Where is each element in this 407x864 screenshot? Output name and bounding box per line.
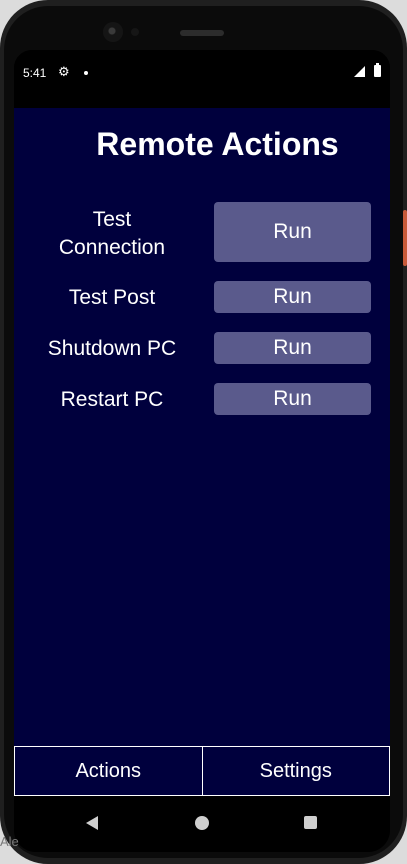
- home-icon[interactable]: [195, 816, 209, 830]
- gear-icon: ⚙: [58, 64, 70, 79]
- tab-actions[interactable]: Actions: [14, 746, 203, 796]
- page-title: Remote Actions: [96, 126, 339, 162]
- status-time: 5:41: [23, 66, 47, 80]
- screen: 5:41 ⚙ Remote Actions Test Connection Ru…: [14, 50, 390, 852]
- app-content: Remote Actions Test Connection Run Test …: [14, 108, 390, 796]
- tab-settings[interactable]: Settings: [202, 746, 390, 796]
- power-button[interactable]: [403, 210, 407, 266]
- back-icon[interactable]: [86, 816, 98, 830]
- earpiece-speaker: [180, 30, 224, 36]
- action-label: Test Post: [68, 286, 156, 309]
- action-label: Restart PC: [60, 388, 164, 411]
- signal-icon: [354, 66, 365, 77]
- action-label: Shutdown PC: [47, 337, 177, 360]
- run-restart-pc-button[interactable]: Run: [214, 383, 371, 415]
- action-label: Test Connection: [58, 208, 166, 259]
- system-nav-bar: [14, 796, 390, 852]
- battery-icon: [374, 63, 381, 77]
- run-test-connection-button[interactable]: Run: [214, 202, 371, 262]
- background-text: Ale: [0, 834, 19, 849]
- device-frame: 5:41 ⚙ Remote Actions Test Connection Ru…: [0, 0, 407, 864]
- recents-icon[interactable]: [304, 816, 317, 829]
- bottom-tab-bar: Actions Settings: [14, 746, 390, 796]
- status-bar: 5:41 ⚙: [14, 50, 390, 108]
- notification-dot-icon: [84, 71, 88, 75]
- run-test-post-button[interactable]: Run: [214, 281, 371, 313]
- run-shutdown-pc-button[interactable]: Run: [214, 332, 371, 364]
- front-camera-icon: [103, 22, 123, 42]
- sensor-icon: [131, 28, 139, 36]
